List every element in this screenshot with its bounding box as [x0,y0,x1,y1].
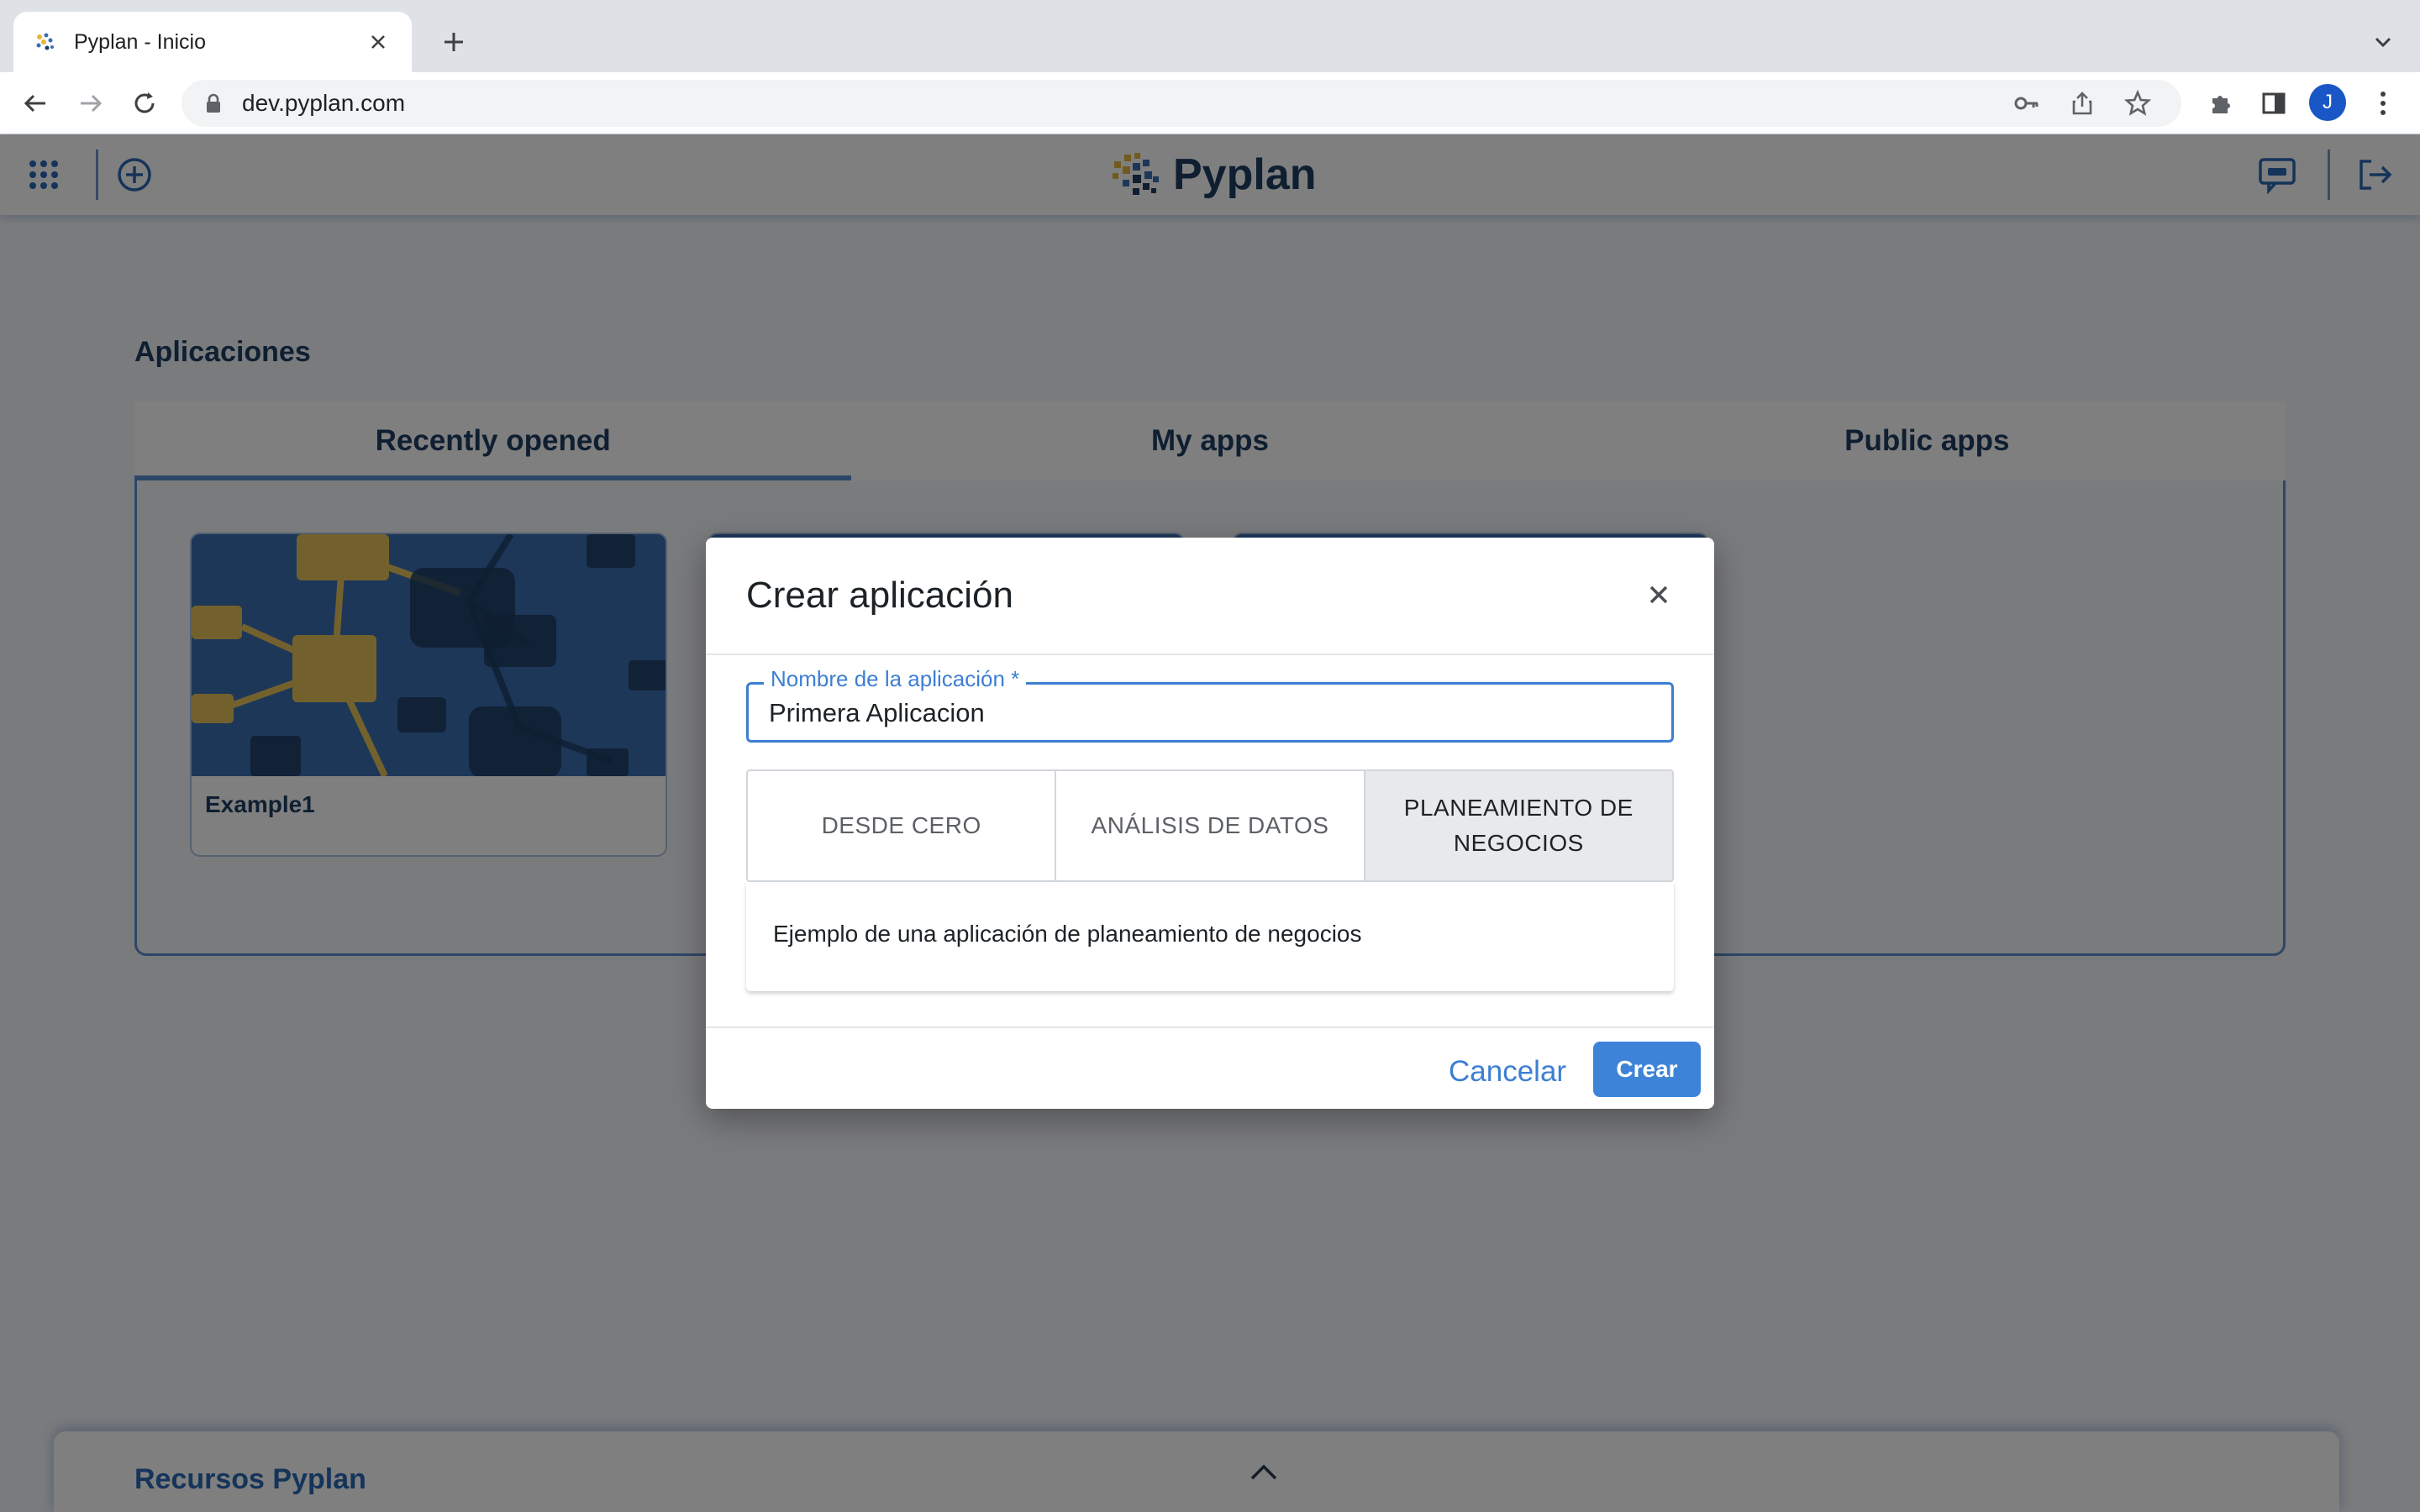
profile-avatar[interactable]: J [2309,84,2346,121]
tab-search-chevron-icon[interactable] [2365,24,2402,60]
create-app-dialog: Crear aplicación Nombre de la aplicación… [706,538,1714,1109]
password-key-icon[interactable] [2008,85,2045,122]
browser-tabstrip: Pyplan - Inicio [0,0,2420,72]
template-toggle-group: DESDE CERO ANÁLISIS DE DATOS PLANEAMIENT… [746,769,1674,882]
new-tab-icon[interactable] [434,22,474,62]
app-name-input[interactable] [769,696,1643,730]
option-analisis-datos[interactable]: ANÁLISIS DE DATOS [1056,771,1365,880]
browser-menu-icon[interactable] [2363,83,2403,123]
bookmark-star-icon[interactable] [2119,85,2156,122]
template-description-box: Ejemplo de una aplicación de planeamient… [746,882,1674,991]
cancel-button[interactable]: Cancelar [1442,1047,1573,1097]
browser-toolbar: dev.pyplan.com J [0,72,2420,134]
option-planeamiento-negocios[interactable]: PLANEAMIENTO DE NEGOCIOS [1365,771,1672,880]
browser-tab[interactable]: Pyplan - Inicio [13,12,412,72]
pyplan-favicon-icon [36,33,54,50]
back-arrow-icon[interactable] [15,83,55,123]
close-tab-icon[interactable] [363,27,393,57]
template-description: Ejemplo de una aplicación de planeamient… [773,921,1362,947]
forward-arrow-icon[interactable] [71,83,111,123]
extensions-puzzle-icon[interactable] [2201,83,2241,123]
app-name-field: Nombre de la aplicación * [746,666,1674,743]
dialog-divider [706,654,1714,655]
close-icon[interactable] [1642,578,1676,612]
side-panel-icon[interactable] [2254,83,2294,123]
tab-title: Pyplan - Inicio [74,29,207,54]
create-button[interactable]: Crear [1593,1042,1701,1097]
dialog-title: Crear aplicación [746,575,1013,616]
option-desde-cero[interactable]: DESDE CERO [748,771,1057,880]
dialog-divider [706,1026,1714,1028]
lock-icon [207,93,220,113]
share-icon[interactable] [2064,85,2101,122]
address-bar[interactable]: dev.pyplan.com [182,80,2181,127]
reload-icon[interactable] [124,83,165,123]
app-name-label: Nombre de la aplicación * [764,666,1027,692]
url-text: dev.pyplan.com [242,90,406,116]
